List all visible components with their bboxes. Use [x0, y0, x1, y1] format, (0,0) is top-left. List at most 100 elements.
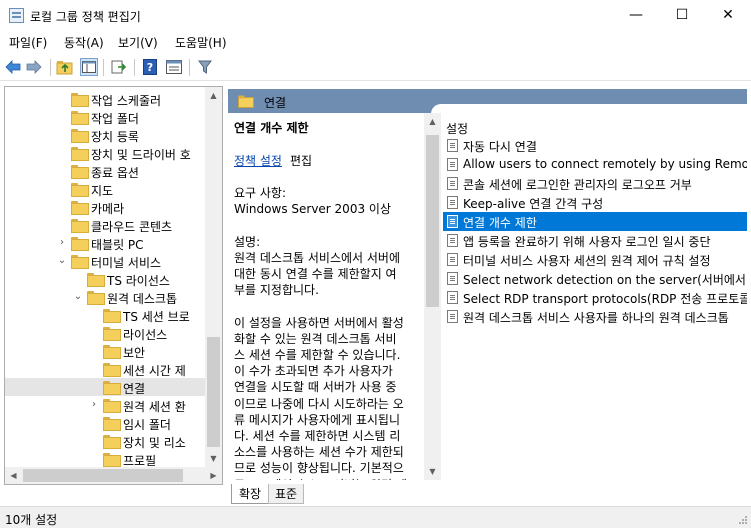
- setting-label: 앱 등록을 완료하기 위해 사용자 로그인 일시 중단: [463, 235, 711, 249]
- setting-row[interactable]: 연결 개수 제한: [443, 212, 747, 231]
- folder-icon: [103, 435, 121, 449]
- tree-item-label: 연결: [123, 380, 146, 396]
- scroll-up-arrow-icon[interactable]: ▲: [424, 113, 441, 130]
- resize-grip-icon[interactable]: [738, 515, 748, 525]
- folder-icon: [87, 273, 105, 287]
- tree-item-label: 장치 및 드라이버 호: [91, 148, 191, 162]
- scroll-left-arrow-icon[interactable]: ◀: [5, 467, 22, 484]
- folder-icon: [238, 95, 254, 108]
- description-line: 로 RD 세션 호스트 서버는 원격 데: [234, 476, 407, 480]
- setting-row[interactable]: Keep-alive 연결 간격 구성: [443, 193, 747, 212]
- tree-scroll-thumb[interactable]: [207, 337, 220, 447]
- details-header-title: 연결: [264, 96, 287, 110]
- tab-extended[interactable]: 확장: [231, 484, 269, 504]
- setting-row[interactable]: 터미널 서비스 사용자 세션의 원격 제어 규칙 설정: [443, 250, 747, 269]
- tree-item[interactable]: › 태블릿 PC: [5, 234, 222, 252]
- tree-item[interactable]: 임시 폴더: [5, 414, 222, 432]
- description-scroll-thumb[interactable]: [426, 135, 439, 307]
- menu-help[interactable]: 도움말(H): [175, 34, 227, 51]
- policy-setting-icon: [447, 196, 458, 209]
- close-button[interactable]: ✕: [705, 0, 751, 31]
- description-line: Windows Server 2003 이상: [234, 202, 391, 217]
- setting-row[interactable]: 원격 데스크톱 서비스 사용자를 하나의 원격 데스크톱: [443, 307, 747, 326]
- tree-item-label: 태블릿 PC: [91, 238, 144, 252]
- settings-column-header[interactable]: 설정: [446, 120, 468, 137]
- tree-item[interactable]: 작업 폴더: [5, 108, 222, 126]
- description-scrollbar[interactable]: ▲ ▼: [424, 113, 441, 480]
- tree-item[interactable]: TS 라이선스: [5, 270, 222, 288]
- tree-item[interactable]: 지도: [5, 180, 222, 198]
- navigation-tree[interactable]: 프린터 리디프로필장치 및 리소임시 폴더›원격 세션 환연결세션 시간 제보안…: [4, 86, 223, 485]
- tree-item[interactable]: 클라우드 콘텐츠: [5, 216, 222, 234]
- menu-action[interactable]: 동작(A): [64, 34, 104, 51]
- tree-item[interactable]: 장치 및 드라이버 호: [5, 144, 222, 162]
- collapse-chevron-icon[interactable]: ⌄: [73, 291, 83, 303]
- tree-item[interactable]: 장치 및 리소: [5, 432, 222, 450]
- filter-icon[interactable]: [196, 58, 214, 76]
- setting-row[interactable]: 자동 다시 연결: [443, 136, 747, 155]
- tree-item[interactable]: 보안: [5, 342, 222, 360]
- description-line: 이 수가 초과되면 추가 사용자가: [234, 364, 393, 379]
- tree-vertical-scrollbar[interactable]: ▲ ▼: [205, 87, 222, 467]
- toolbar-separator: [50, 59, 51, 76]
- tree-item[interactable]: 종료 옵션: [5, 162, 222, 180]
- tree-item[interactable]: › 원격 세션 환: [5, 396, 222, 414]
- scroll-down-arrow-icon[interactable]: ▼: [205, 450, 222, 467]
- tree-hscroll-thumb[interactable]: [23, 469, 183, 482]
- tree-item[interactable]: 연결: [5, 378, 222, 396]
- toolbar-separator: [134, 59, 135, 76]
- up-folder-icon[interactable]: [56, 58, 74, 76]
- description-line: 이므로 나중에 다시 시도하라는 오: [234, 396, 404, 411]
- tree-item-label: 보안: [123, 346, 146, 360]
- tree-item-label: 지도: [91, 184, 114, 198]
- tree-item-label: 라이선스: [123, 328, 168, 342]
- scroll-right-arrow-icon[interactable]: ▶: [205, 467, 222, 484]
- folder-icon: [103, 417, 121, 431]
- properties-icon[interactable]: [165, 58, 183, 76]
- scroll-down-arrow-icon[interactable]: ▼: [424, 463, 441, 480]
- maximize-button[interactable]: ☐: [659, 0, 705, 31]
- setting-row[interactable]: 앱 등록을 완료하기 위해 사용자 로그인 일시 중단: [443, 231, 747, 250]
- show-hide-tree-icon[interactable]: [80, 58, 98, 76]
- collapse-chevron-icon[interactable]: ⌄: [57, 255, 67, 267]
- scroll-up-arrow-icon[interactable]: ▲: [205, 87, 222, 104]
- setting-row[interactable]: 콘솔 세션에 로그인한 관리자의 로그오프 거부: [443, 174, 747, 193]
- tree-item[interactable]: 카메라: [5, 198, 222, 216]
- tree-item[interactable]: 장치 등록: [5, 126, 222, 144]
- tree-item[interactable]: 프로필: [5, 450, 222, 468]
- tree-item[interactable]: ⌄ 원격 데스크톱: [5, 288, 222, 306]
- tree-item[interactable]: 세션 시간 제: [5, 360, 222, 378]
- policy-setting-icon: [447, 272, 458, 285]
- policy-settings-link[interactable]: 정책 설정: [234, 152, 282, 169]
- setting-label: Select RDP transport protocols(RDP 전송 프로…: [463, 292, 747, 306]
- description-line: 연결을 시도할 때 서버가 사용 중: [234, 380, 397, 395]
- toolbar: ?: [0, 54, 751, 81]
- tree-item[interactable]: TS 세션 브로: [5, 306, 222, 324]
- policy-setting-icon: [447, 291, 458, 304]
- back-icon[interactable]: [4, 58, 22, 76]
- setting-row[interactable]: Allow users to connect remotely by using…: [443, 155, 747, 174]
- tree-horizontal-scrollbar[interactable]: ◀ ▶: [5, 467, 222, 484]
- minimize-button[interactable]: —: [613, 0, 659, 31]
- tree-item[interactable]: 작업 스케줄러: [5, 90, 222, 108]
- tab-standard[interactable]: 표준: [268, 484, 304, 504]
- tree-item-label: 세션 시간 제: [123, 364, 186, 378]
- forward-icon[interactable]: [25, 58, 43, 76]
- status-text: 10개 설정: [5, 513, 58, 527]
- policy-setting-icon: [447, 253, 458, 266]
- tree-item[interactable]: ⌄ 터미널 서비스: [5, 252, 222, 270]
- description-line: 설명:: [234, 234, 261, 249]
- help-icon[interactable]: ?: [141, 58, 159, 76]
- setting-row[interactable]: Select RDP transport protocols(RDP 전송 프로…: [443, 288, 747, 307]
- menu-file[interactable]: 파일(F): [9, 34, 47, 51]
- folder-icon: [71, 93, 89, 107]
- export-list-icon[interactable]: [110, 58, 128, 76]
- setting-label: Allow users to connect remotely by using…: [463, 157, 747, 171]
- setting-row[interactable]: Select network detection on the server(서…: [443, 269, 747, 288]
- tree-item[interactable]: 라이선스: [5, 324, 222, 342]
- expand-chevron-icon[interactable]: ›: [89, 399, 99, 411]
- menu-view[interactable]: 보기(V): [118, 34, 158, 51]
- description-line: 므로 성능이 향상됩니다. 기본적으: [234, 461, 404, 476]
- status-bar: 10개 설정: [0, 506, 751, 528]
- expand-chevron-icon[interactable]: ›: [57, 237, 67, 249]
